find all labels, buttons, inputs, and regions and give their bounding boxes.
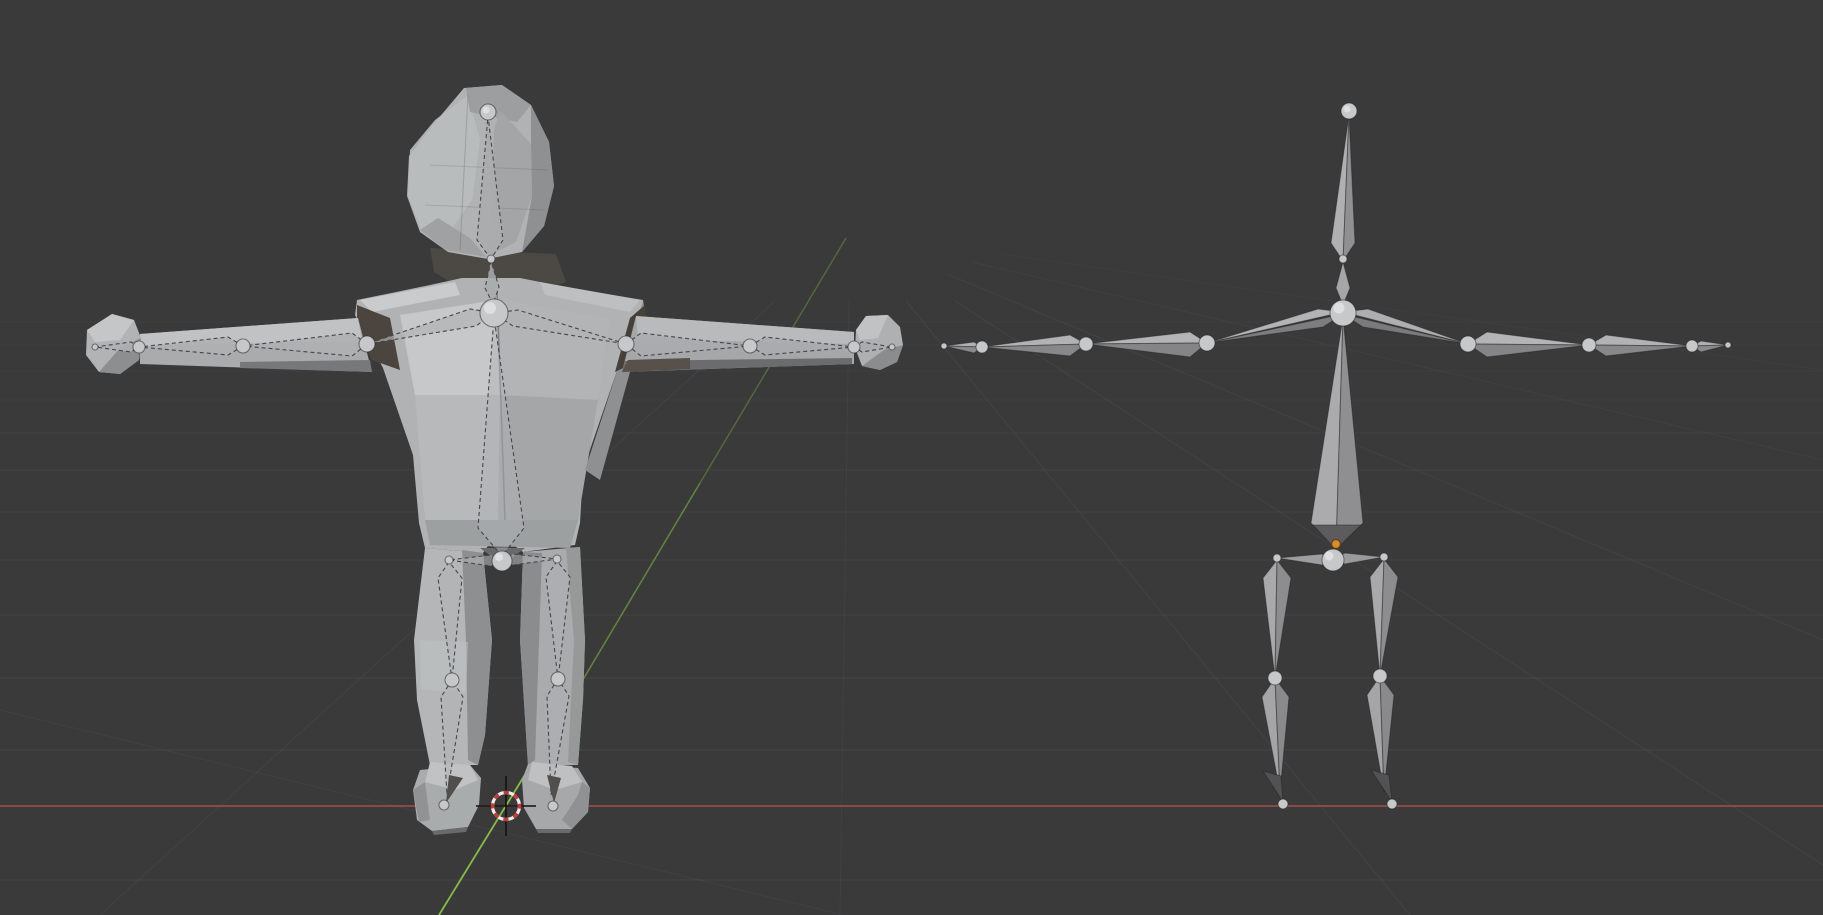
joint-wrist-right bbox=[848, 341, 860, 353]
viewport-3d[interactable] bbox=[0, 0, 1823, 915]
joint-hip-left bbox=[1273, 554, 1281, 562]
joint-shoulder-right bbox=[618, 336, 634, 352]
joint-hand-tip-left bbox=[941, 343, 947, 349]
joint-knee-right bbox=[551, 672, 565, 686]
joint-neck bbox=[487, 255, 495, 263]
joint-toe-right bbox=[548, 801, 558, 811]
viewport-background[interactable] bbox=[0, 0, 1823, 915]
joint-hips bbox=[492, 551, 512, 571]
joint-elbow-left bbox=[1079, 337, 1093, 351]
joint-shoulder-left bbox=[359, 336, 375, 352]
joint-knee-right bbox=[1373, 669, 1387, 683]
object-origin-dot[interactable] bbox=[1332, 540, 1341, 549]
joint-wrist-left bbox=[976, 341, 988, 353]
joint-shoulder-left bbox=[1199, 335, 1215, 351]
joint-wrist-left bbox=[133, 341, 145, 353]
joint-toe-left bbox=[1278, 799, 1288, 809]
joint-hip-right bbox=[1380, 553, 1388, 561]
joint-hip-left bbox=[445, 556, 453, 564]
joint-chest bbox=[480, 299, 508, 327]
joint-hand-tip-right bbox=[1725, 342, 1731, 348]
joint-elbow-left bbox=[236, 339, 250, 353]
joint-chest bbox=[1330, 300, 1356, 326]
joint-hips bbox=[1322, 549, 1344, 571]
joint-toe-left bbox=[439, 800, 449, 810]
joint-knee-left bbox=[1268, 671, 1282, 685]
joint-elbow-right bbox=[1582, 338, 1596, 352]
joint-wrist-right bbox=[1686, 340, 1698, 352]
joint-hand-tip-left bbox=[92, 344, 98, 350]
joint-hip-right bbox=[553, 555, 561, 563]
joint-knee-left bbox=[445, 673, 459, 687]
joint-toe-right bbox=[1387, 799, 1397, 809]
joint-hand-tip-right bbox=[889, 344, 895, 350]
joint-shoulder-right bbox=[1460, 336, 1476, 352]
joint-elbow-right bbox=[743, 339, 757, 353]
joint-neck bbox=[1339, 255, 1347, 263]
